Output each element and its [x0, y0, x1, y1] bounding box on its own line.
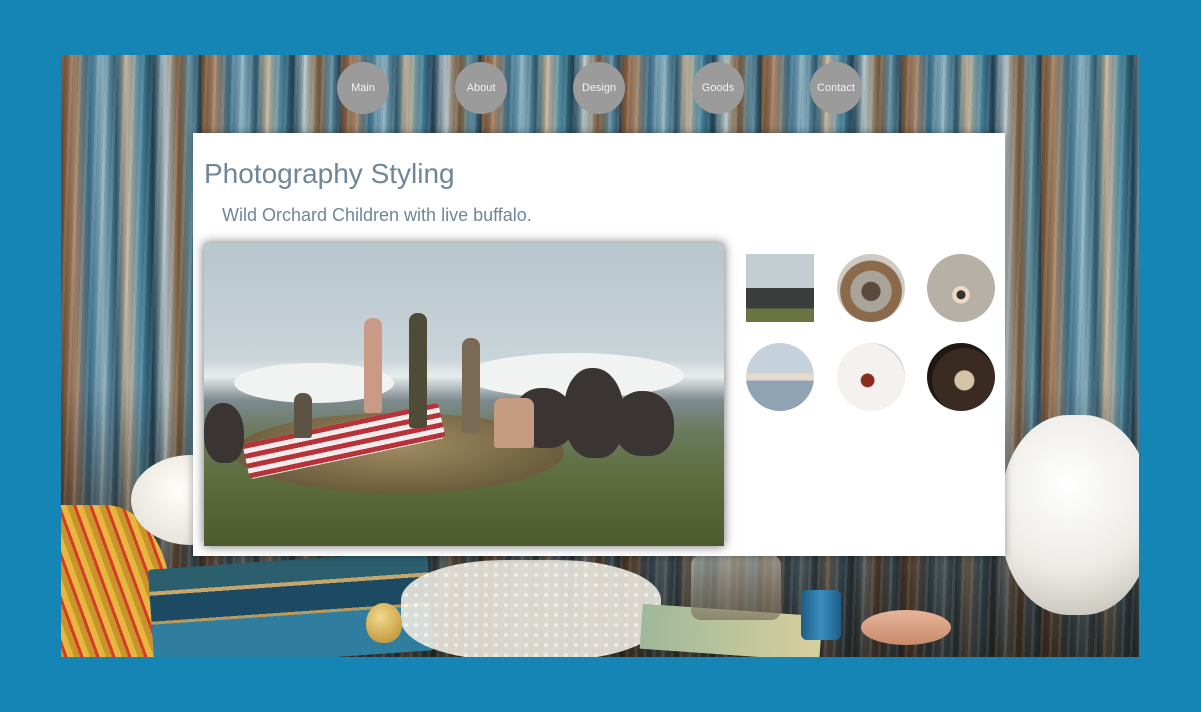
thumbnail-trapeze[interactable]	[746, 343, 814, 411]
lace-gloves	[401, 560, 661, 657]
main-photo	[204, 243, 724, 546]
nav-main-button[interactable]: Main	[337, 62, 389, 114]
thumbnail-portrait[interactable]	[927, 254, 995, 322]
nav-goods-button[interactable]: Goods	[692, 62, 744, 114]
main-nav: Main About Design Goods Contact	[0, 62, 1201, 116]
content-panel: Photography Styling Wild Orchard Childre…	[193, 133, 1005, 556]
thread-spool	[801, 590, 841, 640]
thumbnail-band-circle[interactable]	[837, 254, 905, 322]
thumbnail-guitar[interactable]	[837, 343, 905, 411]
heart-locket	[366, 603, 402, 643]
nav-design-button[interactable]: Design	[573, 62, 625, 114]
nav-about-button[interactable]: About	[455, 62, 507, 114]
photo-caption: Wild Orchard Children with live buffalo.	[222, 205, 532, 225]
page-title: Photography Styling	[204, 158, 455, 189]
ribbon-roll	[861, 610, 951, 645]
glass-jar	[691, 555, 781, 620]
thumbnail-buffalo[interactable]	[746, 254, 814, 322]
nav-contact-button[interactable]: Contact	[810, 62, 862, 114]
thumbnail-horse[interactable]	[927, 343, 995, 411]
white-flowers-right	[1001, 415, 1139, 615]
